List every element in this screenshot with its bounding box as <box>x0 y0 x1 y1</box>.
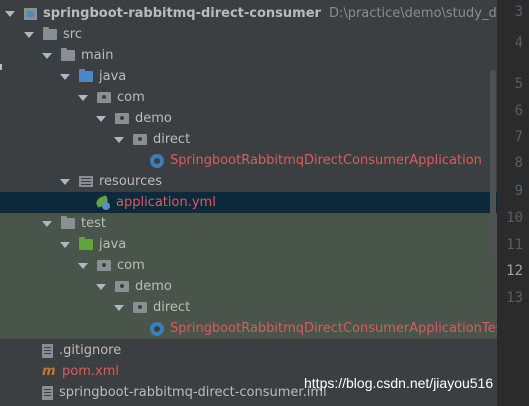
line-number: 11 <box>506 237 523 253</box>
tree-row-app-class[interactable]: SpringbootRabbitmqDirectConsumerApplicat… <box>0 150 497 171</box>
tree-row-test-class[interactable]: SpringbootRabbitmqDirectConsumerApplicat… <box>0 318 497 339</box>
tree-label-com: com <box>117 90 145 105</box>
expand-arrow-icon[interactable] <box>60 73 70 80</box>
watermark-text: https://blog.csdn.net/jiayou516 <box>304 375 494 391</box>
line-number: 4 <box>514 35 523 51</box>
spring-yml-icon <box>96 196 110 210</box>
iml-file-icon <box>42 385 53 400</box>
expand-arrow-icon[interactable] <box>42 52 52 59</box>
tree-row-test[interactable]: test <box>0 213 497 234</box>
expand-arrow-icon[interactable] <box>60 241 70 248</box>
tree-row-main-java[interactable]: java <box>0 66 497 87</box>
tree-label-java: java <box>99 69 127 84</box>
tree-label-gitignore: .gitignore <box>59 343 122 358</box>
tree-label-app-class: SpringbootRabbitmqDirectConsumerApplicat… <box>170 153 482 168</box>
test-source-folder-icon <box>79 237 93 250</box>
resources-folder-icon <box>79 176 93 187</box>
tree-row-main[interactable]: main <box>0 45 497 66</box>
module-icon <box>24 7 37 20</box>
tree-label-resources: resources <box>99 174 163 189</box>
tree-label-main: main <box>81 48 114 63</box>
line-number: 7 <box>514 129 523 145</box>
package-icon <box>115 113 129 124</box>
tree-label-iml: springboot-rabbitmq-direct-consumer.iml <box>59 385 327 400</box>
tree-label-direct: direct <box>153 132 191 147</box>
spring-boot-class-icon <box>150 153 164 168</box>
line-number: 5 <box>514 76 523 92</box>
tree-row-gitignore[interactable]: .gitignore <box>0 340 497 361</box>
tree-row-main-direct[interactable]: direct <box>0 129 497 150</box>
tree-row-src[interactable]: src <box>0 24 497 45</box>
folder-icon <box>61 48 75 61</box>
tree-row-main-com[interactable]: com <box>0 87 497 108</box>
tree-label-test-direct: direct <box>153 300 191 315</box>
project-path: D:\practice\demo\study_demo\spring <box>328 6 497 21</box>
editor-gutter: 3 4 5 6 7 8 9 10 11 12 13 <box>490 0 529 406</box>
expand-arrow-icon[interactable] <box>78 94 88 101</box>
tree-label-test-demo: demo <box>135 279 172 294</box>
tree-row-test-direct[interactable]: direct <box>0 297 497 318</box>
expand-arrow-icon[interactable] <box>114 136 124 143</box>
tree-label-test-java: java <box>99 237 127 252</box>
project-tree: springboot-rabbitmq-direct-consumer D:\p… <box>0 0 497 406</box>
package-icon <box>115 281 129 292</box>
folder-icon <box>43 27 57 40</box>
expand-arrow-icon[interactable] <box>78 262 88 269</box>
folder-icon <box>61 216 75 229</box>
tree-row-main-demo[interactable]: demo <box>0 108 497 129</box>
package-icon <box>133 302 147 313</box>
source-folder-icon <box>79 69 93 82</box>
tree-label-test: test <box>81 216 106 231</box>
expand-arrow-icon[interactable] <box>96 115 106 122</box>
tree-label-application-yml: application.yml <box>116 195 216 210</box>
line-number-current: 12 <box>506 263 523 279</box>
line-number: 10 <box>506 210 523 226</box>
expand-arrow-icon[interactable] <box>114 304 124 311</box>
package-icon <box>97 92 111 103</box>
tree-row-project[interactable]: springboot-rabbitmq-direct-consumer D:\p… <box>0 3 497 24</box>
line-number: 6 <box>514 103 523 119</box>
tree-label-test-com: com <box>117 258 145 273</box>
expand-arrow-icon[interactable] <box>42 220 52 227</box>
tree-label-demo: demo <box>135 111 172 126</box>
expand-arrow-icon[interactable] <box>5 10 15 17</box>
project-name: springboot-rabbitmq-direct-consumer <box>43 6 321 21</box>
package-icon <box>133 134 147 145</box>
file-icon <box>42 343 53 358</box>
line-number: 8 <box>514 155 523 171</box>
package-icon <box>97 260 111 271</box>
tree-row-test-java[interactable]: java <box>0 234 497 255</box>
tree-row-test-demo[interactable]: demo <box>0 276 497 297</box>
expand-arrow-icon[interactable] <box>60 178 70 185</box>
vertical-scrollbar[interactable] <box>490 70 496 258</box>
line-number: 9 <box>514 183 523 199</box>
tree-row-application-yml[interactable]: application.yml <box>0 192 497 213</box>
expand-arrow-icon[interactable] <box>96 283 106 290</box>
maven-icon: m <box>42 363 56 379</box>
line-number: 3 <box>514 4 523 20</box>
tree-label-test-class: SpringbootRabbitmqDirectConsumerApplicat… <box>170 321 497 336</box>
line-number: 13 <box>506 290 523 306</box>
expand-arrow-icon[interactable] <box>24 31 34 38</box>
tree-label-src: src <box>63 27 82 42</box>
tree-row-resources[interactable]: resources <box>0 171 497 192</box>
tree-label-pom: pom.xml <box>62 364 119 379</box>
tree-row-test-com[interactable]: com <box>0 255 497 276</box>
test-class-icon <box>150 321 164 336</box>
